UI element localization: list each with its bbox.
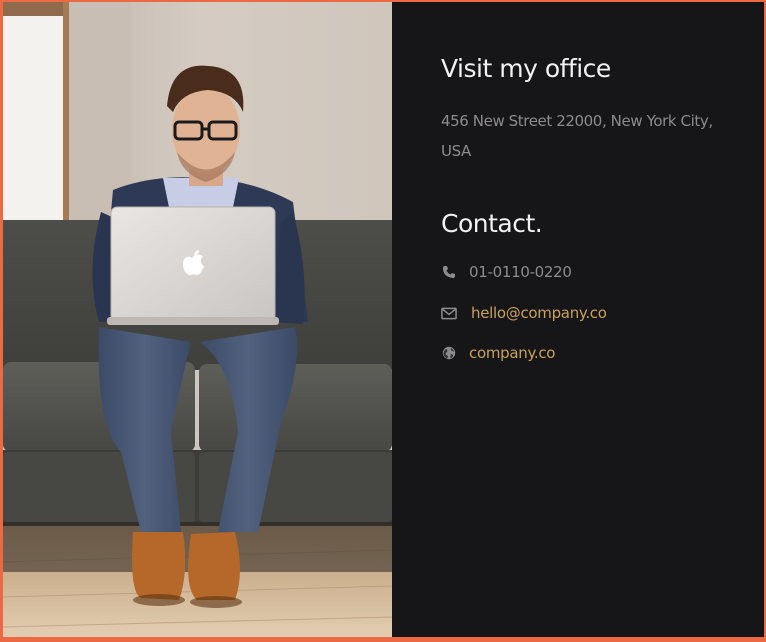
envelope-icon (441, 305, 457, 321)
contact-section: Visit my office 456 New Street 22000, Ne… (3, 2, 764, 637)
phone-row: 01-0110-0220 (441, 261, 572, 283)
contact-info-panel: Visit my office 456 New Street 22000, Ne… (392, 2, 764, 637)
phone-number: 01-0110-0220 (469, 263, 572, 281)
phone-icon (441, 264, 457, 280)
contact-heading: Contact. (441, 209, 543, 238)
website-row: company.co (441, 342, 555, 364)
email-row: hello@company.co (441, 302, 607, 324)
visit-office-heading: Visit my office (441, 54, 611, 83)
globe-icon (441, 345, 457, 361)
office-photo (3, 2, 392, 637)
website-link[interactable]: company.co (469, 344, 555, 362)
email-link[interactable]: hello@company.co (471, 304, 607, 322)
office-address: 456 New Street 22000, New York City, USA (441, 112, 713, 160)
